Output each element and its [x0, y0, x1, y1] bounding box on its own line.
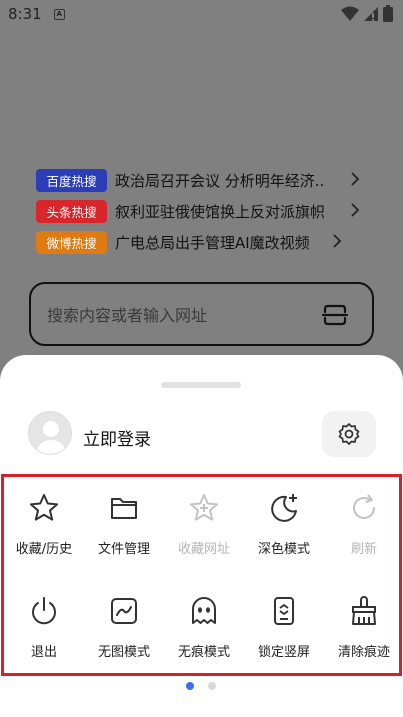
menu-bottom-sheet: 立即登录 收藏/历史 文件管理 收藏网址 深色模式 刷新 退出 无图模式 无痕模… — [0, 355, 403, 717]
refresh-icon — [353, 494, 375, 519]
star-icon — [30, 494, 58, 521]
menu-item-bookmark-url[interactable]: 收藏网址 — [164, 491, 244, 557]
menu-item-no-image-mode[interactable]: 无图模式 — [84, 594, 164, 660]
menu-label: 深色模式 — [257, 542, 310, 557]
battery-icon — [383, 5, 393, 22]
signal-icon — [364, 6, 378, 21]
menu-grid: 收藏/历史 文件管理 收藏网址 深色模式 刷新 退出 无图模式 无痕模式 锁定竖… — [1, 474, 402, 676]
menu-item-file-manager[interactable]: 文件管理 — [84, 491, 164, 557]
hot-search-list: 百度热搜 政治局召开会议 分析明年经济.. 头条热搜 叙利亚驻俄使馆换上反对派旗… — [36, 168, 376, 261]
status-time: 8:31 — [8, 5, 42, 23]
settings-button[interactable] — [322, 411, 376, 457]
menu-label: 刷新 — [350, 542, 377, 557]
status-indicators — [341, 5, 393, 22]
chevron-right-icon — [349, 202, 361, 221]
avatar[interactable] — [28, 411, 72, 455]
chevron-right-icon — [331, 233, 343, 252]
status-bar: 8:31 A — [0, 0, 403, 28]
menu-item-exit[interactable]: 退出 — [4, 594, 84, 660]
hot-text: 广电总局出手管理AI魔改视频 — [115, 233, 310, 252]
hot-search-item[interactable]: 微博热搜 广电总局出手管理AI魔改视频 — [36, 230, 376, 254]
page-indicator-dot-active — [186, 682, 194, 690]
hot-text: 叙利亚驻俄使馆换上反对派旗帜 — [115, 202, 326, 221]
menu-label: 锁定竖屏 — [257, 645, 310, 660]
menu-label: 清除痕迹 — [337, 645, 390, 660]
menu-item-favorites-history[interactable]: 收藏/历史 — [4, 491, 84, 557]
hot-search-item[interactable]: 百度热搜 政治局召开会议 分析明年经济.. — [36, 168, 376, 192]
menu-item-clear-traces[interactable]: 清除痕迹 — [324, 594, 403, 660]
menu-label: 文件管理 — [97, 542, 150, 557]
folder-icon — [111, 498, 137, 519]
notification-app-icon: A — [53, 8, 65, 20]
menu-item-lock-portrait[interactable]: 锁定竖屏 — [244, 594, 324, 660]
wifi-icon — [341, 6, 359, 21]
page-indicator-dot — [208, 682, 216, 690]
gear-icon — [338, 423, 360, 445]
hot-search-item[interactable]: 头条热搜 叙利亚驻俄使馆换上反对派旗帜 — [36, 199, 376, 223]
hot-text: 政治局召开会议 分析明年经济.. — [115, 171, 325, 190]
menu-label: 收藏网址 — [177, 542, 230, 557]
chevron-right-icon — [349, 171, 361, 190]
menu-label: 无图模式 — [97, 645, 150, 660]
broom-icon — [352, 596, 376, 625]
moon-icon — [271, 494, 297, 522]
scan-icon[interactable] — [322, 303, 348, 327]
menu-label: 无痕模式 — [177, 645, 230, 660]
search-input[interactable]: 搜索内容或者输入网址 — [29, 282, 374, 346]
menu-item-dark-mode[interactable]: 深色模式 — [244, 491, 324, 557]
menu-label: 退出 — [30, 645, 57, 660]
hot-badge: 百度热搜 — [36, 168, 107, 192]
power-icon — [32, 597, 56, 625]
hot-badge: 微博热搜 — [36, 230, 107, 254]
login-button[interactable]: 立即登录 — [83, 425, 151, 450]
menu-item-incognito-mode[interactable]: 无痕模式 — [164, 594, 244, 660]
hot-badge: 头条热搜 — [36, 199, 107, 223]
menu-item-refresh[interactable]: 刷新 — [324, 491, 403, 557]
menu-label: 收藏/历史 — [15, 542, 73, 557]
lock-portrait-icon — [274, 597, 294, 625]
no-image-icon — [111, 598, 137, 624]
search-placeholder: 搜索内容或者输入网址 — [47, 306, 208, 325]
ghost-icon — [192, 597, 216, 624]
star-add-icon — [190, 494, 218, 521]
drag-handle[interactable] — [161, 382, 241, 388]
